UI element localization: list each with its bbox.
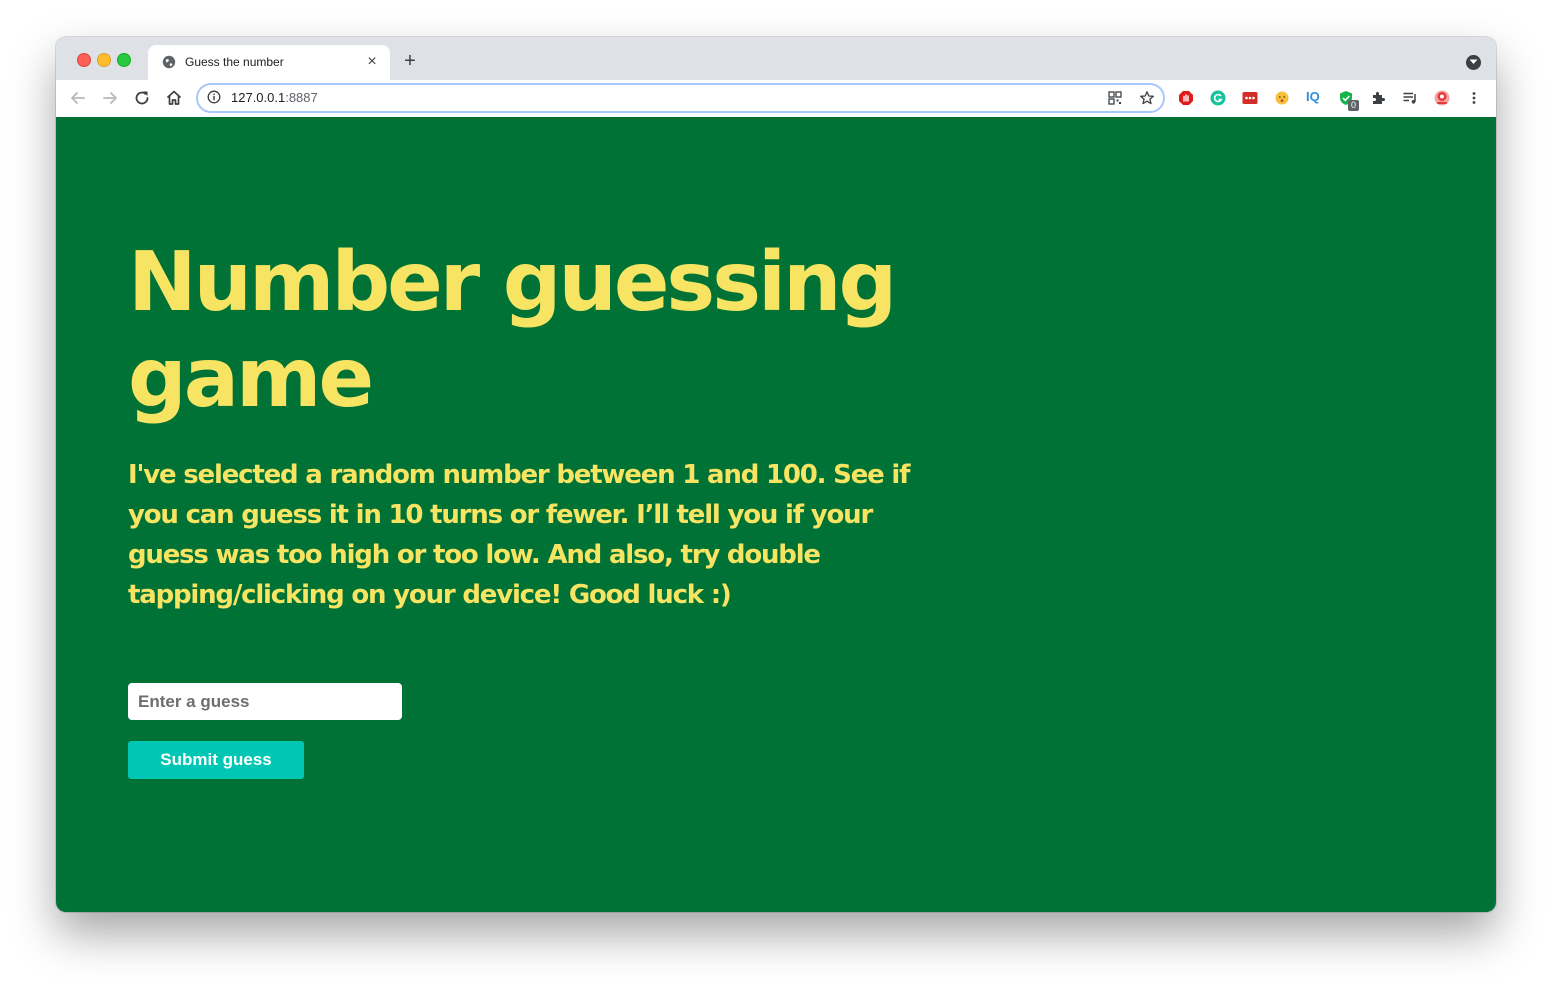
- address-bar[interactable]: 127.0.0.1:8887: [196, 83, 1165, 113]
- adblock-extension-icon[interactable]: [1178, 90, 1194, 106]
- game-instructions: I've selected a random number between 1 …: [128, 460, 910, 610]
- extensions-puzzle-icon[interactable]: [1370, 90, 1386, 106]
- submit-guess-button[interactable]: Submit guess: [128, 741, 304, 779]
- iq-extension-icon[interactable]: IQ: [1306, 89, 1324, 105]
- tab-strip: Guess the number × +: [56, 37, 1496, 80]
- back-arrow-icon[interactable]: [68, 88, 88, 108]
- browser-window: Guess the number × + 127.0.0.1:8887 IQ 0…: [56, 37, 1496, 912]
- site-info-icon[interactable]: [207, 90, 221, 104]
- reload-icon[interactable]: [132, 88, 152, 108]
- page-title: Number guessing game: [128, 235, 897, 426]
- media-control-icon[interactable]: [1402, 90, 1418, 106]
- close-tab-icon[interactable]: ×: [364, 54, 380, 70]
- tab-title: Guess the number: [185, 55, 284, 69]
- emoji-extension-icon[interactable]: [1274, 90, 1290, 106]
- url-port: :8887: [285, 90, 318, 105]
- bookmark-star-icon[interactable]: [1139, 90, 1155, 106]
- extension-badge: 0: [1348, 100, 1359, 111]
- active-tab[interactable]: Guess the number ×: [148, 45, 390, 80]
- qr-code-icon[interactable]: [1107, 90, 1123, 106]
- menu-kebab-icon[interactable]: [1466, 90, 1482, 106]
- close-window-button[interactable]: [77, 53, 91, 67]
- browser-toolbar: 127.0.0.1:8887 IQ 0: [56, 80, 1496, 118]
- guess-input[interactable]: [128, 683, 402, 720]
- globe-icon: [162, 55, 176, 69]
- minimize-window-button[interactable]: [97, 53, 111, 67]
- grammarly-extension-icon[interactable]: [1210, 90, 1226, 106]
- url-text[interactable]: 127.0.0.1:8887: [231, 90, 318, 105]
- profile-avatar-icon[interactable]: [1434, 90, 1450, 106]
- url-host: 127.0.0.1: [231, 90, 286, 105]
- forward-arrow-icon[interactable]: [100, 88, 120, 108]
- page-content: Number guessing game I've selected a ran…: [56, 117, 1496, 912]
- lastpass-extension-icon[interactable]: [1242, 90, 1258, 106]
- zoom-window-button[interactable]: [117, 53, 131, 67]
- home-icon[interactable]: [164, 88, 184, 108]
- tab-search-icon[interactable]: [1466, 55, 1481, 70]
- new-tab-button[interactable]: +: [400, 51, 420, 71]
